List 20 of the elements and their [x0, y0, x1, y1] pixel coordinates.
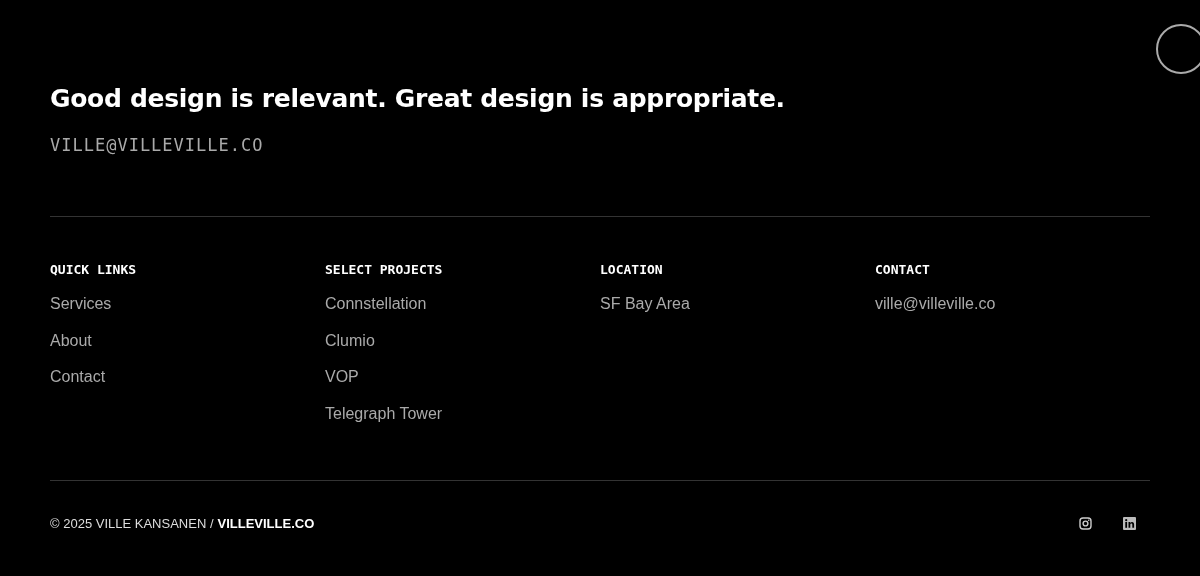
footer-link[interactable]: Contact: [50, 367, 106, 388]
linkedin-icon[interactable]: [1123, 517, 1136, 530]
copyright-text: © 2025 VILLE KANSANEN /: [50, 516, 214, 531]
footer-link[interactable]: ville@villeville.co: [875, 294, 996, 314]
footer-link[interactable]: Connstellation: [325, 294, 427, 314]
column-heading: QUICK LINKS: [50, 262, 137, 277]
column-heading: LOCATION: [600, 262, 663, 277]
email-link[interactable]: VILLE@VILLEVILLE.CO: [50, 135, 264, 155]
site-link[interactable]: VILLEVILLE.CO: [217, 516, 315, 531]
column-heading: CONTACT: [875, 262, 930, 277]
footer-link[interactable]: Telegraph Tower: [325, 404, 443, 425]
instagram-icon[interactable]: [1079, 517, 1092, 530]
column-heading: SELECT PROJECTS: [325, 262, 443, 277]
cursor-ring-icon: [1156, 24, 1200, 74]
footer-link[interactable]: SF Bay Area: [600, 294, 690, 314]
footer-link[interactable]: Services: [50, 294, 112, 314]
footer-link[interactable]: VOP: [325, 367, 359, 388]
footer-link[interactable]: About: [50, 330, 92, 351]
footer-link[interactable]: Clumio: [325, 330, 375, 351]
headline: Good design is relevant. Great design is appropriate.: [50, 84, 786, 113]
